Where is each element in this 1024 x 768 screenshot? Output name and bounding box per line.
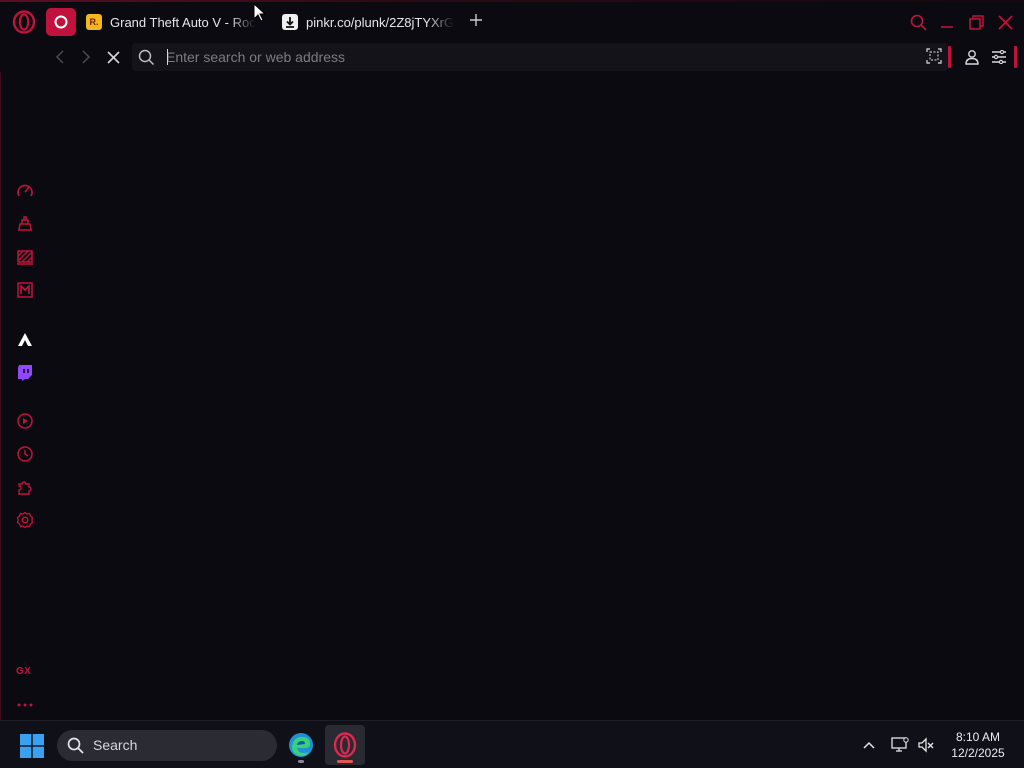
network-icon [891, 737, 909, 752]
account-button[interactable] [962, 47, 982, 67]
opera-pinned-icon [54, 15, 68, 29]
taskbar-clock[interactable]: 8:10 AM 12/2/2025 [942, 729, 1014, 761]
close-icon [106, 50, 120, 64]
address-bar[interactable] [132, 43, 948, 71]
text-caret [167, 49, 168, 65]
sidebar-item-gx-cleaner[interactable] [15, 247, 35, 267]
settings-icon [16, 511, 34, 529]
opera-gx-icon [333, 732, 357, 758]
tab-pinkr[interactable]: pinkr.co/plunk/2Z8jTYXrG [282, 6, 458, 38]
restore-button[interactable] [966, 12, 986, 32]
rockstar-favicon-icon: R. [86, 14, 102, 30]
sidebar-item-speed-dial[interactable] [15, 181, 35, 201]
tab-title: Grand Theft Auto V - Roc [110, 14, 256, 30]
sidebar-item-twitch[interactable] [15, 363, 35, 383]
user-icon [965, 50, 979, 65]
search-icon [67, 737, 84, 754]
minimize-icon [941, 26, 953, 28]
gx-corner-icon [17, 282, 33, 298]
download-favicon-icon [282, 14, 298, 30]
search-icon [138, 49, 155, 66]
opera-logo-icon[interactable] [12, 10, 36, 34]
navigation-bar [48, 42, 1024, 72]
page-content [48, 72, 1024, 720]
minimize-button[interactable] [937, 12, 957, 32]
address-bar-accent [948, 46, 951, 68]
sidebar-item-arcade[interactable] [15, 330, 35, 350]
title-bar: R. Grand Theft Auto V - Roc pinkr.co/plu… [0, 0, 1024, 42]
sidebar-item-gx-corner[interactable] [15, 280, 35, 300]
tab-title: pinkr.co/plunk/2Z8jTYXrG [306, 14, 455, 30]
gx-label[interactable]: GX [16, 666, 31, 677]
taskbar-app-edge[interactable] [281, 725, 321, 765]
extensions-icon [18, 481, 32, 495]
tab-search-button[interactable] [908, 12, 928, 32]
chevron-right-icon [82, 50, 91, 64]
speed-dial-icon [17, 184, 33, 197]
snapshot-icon[interactable] [926, 48, 942, 64]
title-bar-glow [0, 0, 1024, 2]
mouse-cursor-icon [253, 3, 267, 22]
clock-date: 12/2/2025 [951, 746, 1005, 760]
history-icon [17, 446, 33, 462]
sidebar-item-settings[interactable] [15, 510, 35, 530]
taskbar-search-label: Search [93, 737, 138, 753]
address-input[interactable] [166, 47, 866, 67]
settings-sliders-icon [992, 50, 1006, 64]
back-button[interactable] [50, 47, 70, 67]
sidebar-item-history[interactable] [15, 444, 35, 464]
new-tab-button[interactable] [467, 13, 485, 31]
chevron-up-icon [863, 741, 875, 749]
close-icon [997, 14, 1013, 30]
edge-icon [289, 733, 313, 757]
sidebar-item-extensions[interactable] [15, 477, 35, 497]
taskbar-search[interactable]: Search [57, 730, 277, 761]
network-tray-button[interactable] [890, 735, 910, 755]
windows-taskbar: Search 8:10 AM 12/2/2025 [0, 720, 1024, 768]
show-hidden-icons-button[interactable] [859, 735, 879, 755]
stop-loading-button[interactable] [103, 47, 123, 67]
volume-tray-button[interactable] [916, 735, 936, 755]
easy-setup-button[interactable] [989, 47, 1009, 67]
pinned-tab-opera[interactable] [46, 8, 76, 36]
plus-icon [470, 14, 482, 26]
sidebar-accent [1014, 46, 1017, 68]
tab-gta-v[interactable]: R. Grand Theft Auto V - Roc [86, 6, 264, 38]
player-icon [17, 413, 33, 429]
gx-control-icon [18, 216, 32, 231]
twitch-icon [18, 365, 32, 381]
windows-start-icon[interactable] [20, 734, 44, 758]
sidebar-more-button[interactable] [15, 695, 35, 715]
sidebar-item-gx-control[interactable] [15, 214, 35, 234]
search-icon [910, 14, 927, 31]
sidebar: GX [0, 72, 48, 720]
chevron-left-icon [55, 50, 64, 64]
clock-time: 8:10 AM [955, 730, 1001, 744]
running-indicator [298, 760, 304, 763]
arcade-icon [18, 333, 32, 346]
forward-button[interactable] [76, 47, 96, 67]
more-dots-icon [17, 703, 33, 707]
active-indicator [337, 760, 353, 763]
gx-cleaner-icon [17, 250, 33, 265]
restore-icon [968, 14, 984, 30]
taskbar-app-opera-gx[interactable] [325, 725, 365, 765]
close-window-button[interactable] [995, 12, 1015, 32]
sidebar-item-player[interactable] [15, 411, 35, 431]
volume-muted-icon [918, 737, 934, 753]
